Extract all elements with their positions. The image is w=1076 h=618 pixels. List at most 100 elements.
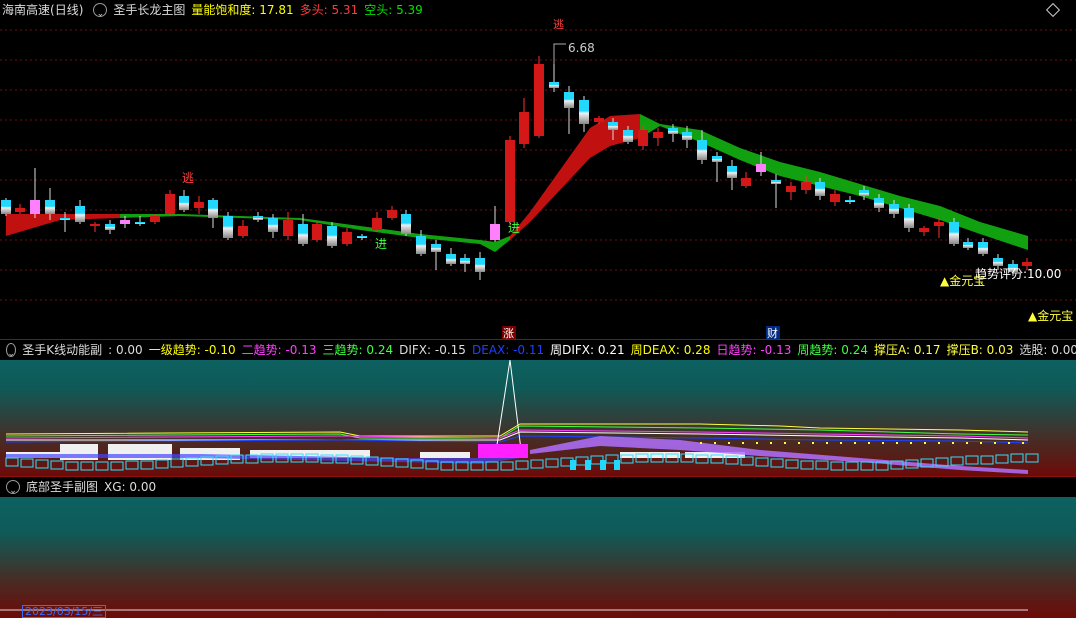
candle-body <box>889 204 899 214</box>
energy-box <box>95 461 109 471</box>
energy-box <box>785 459 799 469</box>
sub1-item-value: -0.10 <box>200 343 236 357</box>
candle-body <box>756 164 766 172</box>
sub1-item-label: 选股: <box>1019 343 1048 357</box>
main-item-label: 多头: <box>299 3 328 17</box>
sub1-item-label: DEAX: <box>471 343 510 357</box>
energy-box <box>755 457 769 467</box>
energy-box <box>5 457 19 467</box>
energy-box <box>980 455 994 465</box>
dot-marker <box>798 442 800 444</box>
high-price-label: 6.68 <box>568 41 595 55</box>
candle-body <box>298 224 308 244</box>
sub-chart-2-pane[interactable]: ⌄ 底部圣手副图 XG: 0.00 2023/03/15/三 <box>0 477 1076 618</box>
candle-body <box>75 206 85 222</box>
sub2-item-value: 0.00 <box>125 480 157 494</box>
indicator-line <box>5 423 1029 437</box>
candle-body <box>638 130 648 146</box>
candle-body <box>387 210 397 218</box>
dot-marker <box>882 442 884 444</box>
candle-body <box>253 216 263 220</box>
energy-box <box>965 455 979 465</box>
energy-box <box>530 459 544 469</box>
energy-box <box>500 461 514 471</box>
candle-body <box>1 200 11 214</box>
main-chart-pane[interactable]: 6.68 逃进进逃趋势评分:10.00 ▲金元宝 ▲金元宝涨财 海南高速 (日线) ⌄… <box>0 0 1076 340</box>
dot-marker <box>1022 442 1024 444</box>
candle-body <box>312 224 322 240</box>
indicator-name[interactable]: 底部圣手副图 <box>26 477 98 497</box>
candle-body <box>268 218 278 232</box>
dot-marker <box>840 442 842 444</box>
sub1-item: 三趋势: 0.24 <box>323 340 394 360</box>
energy-box <box>140 460 154 470</box>
energy-box <box>770 458 784 468</box>
candle-body <box>431 244 441 252</box>
dot-marker <box>756 442 758 444</box>
candle-body <box>505 140 515 222</box>
dot-marker <box>994 442 996 444</box>
candle-body <box>150 216 160 222</box>
candle-body <box>45 200 55 214</box>
candlestick-chart[interactable]: 6.68逃进进逃趋势评分:10.00▲金元宝▲金元宝涨财 <box>0 0 1076 340</box>
sub1-item-label: 日趋势: <box>716 343 757 357</box>
sub1-item-label: 周趋势: <box>797 343 838 357</box>
indicator-name[interactable]: 圣手K线动能副 <box>22 340 102 360</box>
dot-marker <box>924 442 926 444</box>
candle-body <box>697 140 707 160</box>
indicator-name[interactable]: 圣手长龙主图 <box>113 0 185 20</box>
energy-box <box>1025 453 1039 463</box>
cyan-bar <box>600 460 606 470</box>
toggle-icon[interactable]: ⌄ <box>6 343 17 359</box>
candle-body <box>120 220 130 224</box>
energy-box <box>545 458 559 468</box>
candle-body <box>342 232 352 244</box>
candle-body <box>208 200 218 218</box>
sub1-item-label: 周DEAX: <box>630 343 680 357</box>
candle-body <box>653 132 663 138</box>
energy-box <box>50 460 64 470</box>
sub2-item: XG: 0.00 <box>104 477 156 497</box>
energy-box <box>80 461 94 471</box>
main-item-value: 17.81 <box>255 3 294 17</box>
candle-body <box>357 236 367 238</box>
dot-marker <box>854 442 856 444</box>
candle-body <box>446 254 456 264</box>
energy-box <box>830 461 844 471</box>
main-item-value: 5.39 <box>392 3 423 17</box>
cyan-bar <box>570 460 576 470</box>
energy-box <box>110 461 124 471</box>
dot-marker <box>952 442 954 444</box>
date-cursor-label: 2023/03/15/三 <box>22 605 107 618</box>
main-item-label: 量能饱和度: <box>191 3 256 17</box>
dot-marker <box>896 442 898 444</box>
cai-label: 财 <box>767 326 778 340</box>
energy-box <box>155 459 169 469</box>
energy-box <box>125 460 139 470</box>
dot-marker <box>812 442 814 444</box>
main-header: 海南高速 (日线) ⌄ 圣手长龙主图 量能饱和度: 17.81 多头: 5.31 空… <box>0 0 1076 20</box>
main-item: 量能饱和度: 17.81 <box>191 0 293 20</box>
sub1-item: 一级趋势: -0.10 <box>149 340 236 360</box>
candle-body <box>401 214 411 234</box>
period-label[interactable]: (日线) <box>50 0 83 20</box>
sub1-item: : 0.00 <box>108 340 143 360</box>
candle-body <box>830 194 840 202</box>
sub1-item-label: 三趋势: <box>322 343 363 357</box>
sub-chart-1-pane[interactable]: ⌄ 圣手K线动能副 : 0.00 一级趋势: -0.10 二趋势: -0.13 三趋势… <box>0 340 1076 477</box>
candle-body <box>623 130 633 142</box>
gold-ingot-label: ▲金元宝 <box>940 273 985 288</box>
candle-body <box>372 218 382 230</box>
dot-marker <box>966 442 968 444</box>
candle-body <box>727 166 737 178</box>
energy-box <box>860 461 874 471</box>
toggle-icon[interactable]: ⌄ <box>93 3 108 19</box>
stock-name[interactable]: 海南高速 <box>2 0 50 20</box>
ribbon-red <box>6 214 120 236</box>
candle-body <box>15 208 25 212</box>
sub1-item: 日趋势: -0.13 <box>716 340 791 360</box>
toggle-icon[interactable]: ⌄ <box>6 480 20 496</box>
candle-body <box>859 190 869 196</box>
spike-line <box>494 359 523 459</box>
candle-body <box>594 118 604 122</box>
